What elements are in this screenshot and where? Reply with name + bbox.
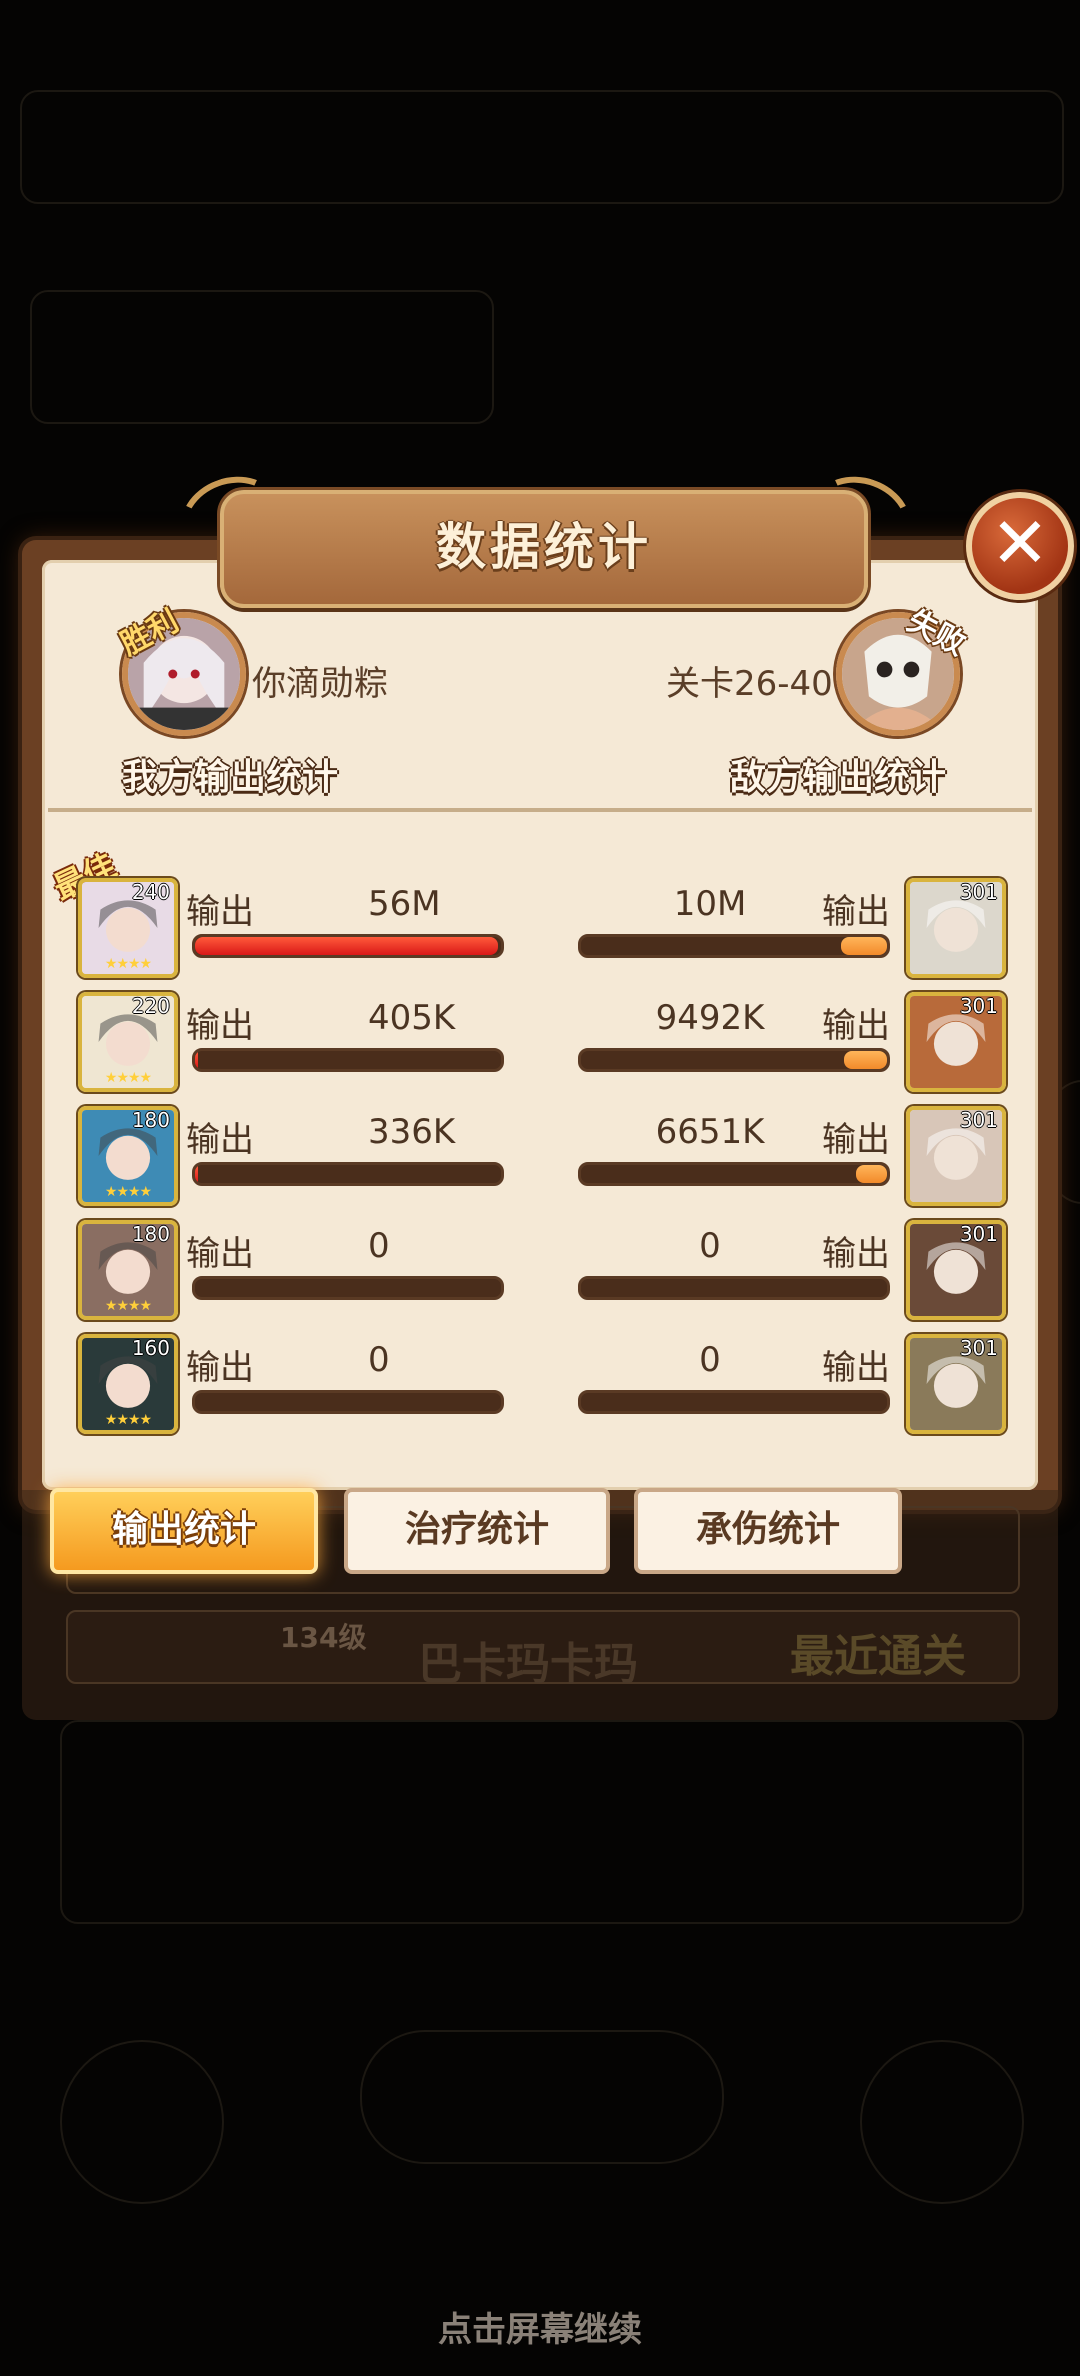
our-output-value: 336K (368, 1112, 456, 1152)
output-row: 220 ★★★★ 输出 405K 9492K 输出 301 (0, 992, 1080, 1092)
hero-level: 240 (131, 880, 170, 904)
hero-level: 301 (959, 1108, 998, 1132)
enemy-hero-portrait[interactable]: 301 (906, 1106, 1006, 1206)
output-row: 240 ★★★★ 输出 56M 10M 输出 301 (0, 878, 1080, 978)
hero-level: 180 (131, 1222, 170, 1246)
our-hero-portrait[interactable]: 240 ★★★★ (78, 878, 178, 978)
enemy-hero-portrait[interactable]: 301 (906, 992, 1006, 1092)
hero-level: 301 (959, 994, 998, 1018)
bg-level-text: 134级 (280, 1621, 367, 1654)
tap-to-continue[interactable]: 点击屏幕继续 (0, 2302, 1080, 2351)
output-label: 输出 (822, 892, 890, 932)
bg-ribbon-text: 最近通关 (790, 1631, 966, 1682)
bg-round-button (860, 2040, 1024, 2204)
enemy-output-value: 0 (699, 1340, 721, 1380)
close-icon: ✕ (990, 502, 1050, 584)
star-icon: ★★★★ (104, 1070, 152, 1086)
our-hero-portrait[interactable]: 180 ★★★★ (78, 1106, 178, 1206)
enemy-output-value: 6651K (655, 1112, 765, 1152)
tab-healing[interactable]: 治疗统计 (344, 1488, 610, 1574)
tab-damage-taken[interactable]: 承伤统计 (634, 1488, 902, 1574)
output-row: 180 ★★★★ 输出 0 0 输出 301 (0, 1220, 1080, 1320)
output-label: 输出 (186, 1120, 254, 1160)
our-output-title: 我方输出统计 (122, 757, 339, 798)
star-icon: ★★★★ (104, 1184, 152, 1200)
our-output-bar (192, 934, 504, 958)
hero-level: 180 (131, 1108, 170, 1132)
hero-level: 220 (131, 994, 170, 1018)
our-output-value: 0 (368, 1340, 390, 1380)
enemy-output-bar (578, 1276, 890, 1300)
enemy-output-fill (844, 1051, 887, 1069)
our-output-fill (195, 1051, 199, 1069)
bg-top-bar (20, 90, 1064, 204)
output-label: 输出 (186, 1234, 254, 1274)
our-output-bar (192, 1048, 504, 1072)
output-label: 输出 (822, 1006, 890, 1046)
output-label: 输出 (822, 1348, 890, 1388)
hero-level: 301 (959, 1336, 998, 1360)
stage-label: 关卡26-40 (666, 664, 833, 704)
bg-name-text: 巴卡玛卡玛 (418, 1639, 638, 1690)
our-output-fill (195, 1165, 199, 1183)
our-hero-portrait[interactable]: 160 ★★★★ (78, 1334, 178, 1434)
our-output-value: 0 (368, 1226, 390, 1266)
output-label: 输出 (186, 1006, 254, 1046)
output-label: 输出 (186, 892, 254, 932)
bg-round-button (60, 2040, 224, 2204)
enemy-output-value: 0 (699, 1226, 721, 1266)
hero-level: 301 (959, 880, 998, 904)
enemy-output-bar (578, 1162, 890, 1186)
bg-card-lower (60, 1720, 1024, 1924)
dialog-title-plate: 数据统计 (220, 490, 868, 608)
tab-output[interactable]: 输出统计 (50, 1488, 318, 1574)
our-output-bar (192, 1276, 504, 1300)
enemy-hero-portrait[interactable]: 301 (906, 878, 1006, 978)
enemy-output-bar (578, 934, 890, 958)
output-row: 180 ★★★★ 输出 336K 6651K 输出 301 (0, 1106, 1080, 1206)
our-output-bar (192, 1162, 504, 1186)
enemy-output-fill (856, 1165, 887, 1183)
output-label: 输出 (186, 1348, 254, 1388)
our-output-bar (192, 1390, 504, 1414)
hero-level: 160 (131, 1336, 170, 1360)
enemy-output-bar (578, 1048, 890, 1072)
enemy-output-value: 10M (673, 884, 747, 924)
enemy-hero-portrait[interactable]: 301 (906, 1220, 1006, 1320)
output-row: 160 ★★★★ 输出 0 0 输出 301 (0, 1334, 1080, 1434)
enemy-hero-portrait[interactable]: 301 (906, 1334, 1006, 1434)
star-icon: ★★★★ (104, 1298, 152, 1314)
star-icon: ★★★★ (104, 956, 152, 972)
our-output-fill (195, 937, 498, 955)
enemy-output-fill (841, 937, 887, 955)
header-divider (48, 808, 1032, 812)
our-output-value: 56M (368, 884, 441, 924)
star-icon: ★★★★ (104, 1412, 152, 1428)
enemy-output-title: 敌方输出统计 (730, 757, 947, 798)
hero-level: 301 (959, 1222, 998, 1246)
our-hero-portrait[interactable]: 180 ★★★★ (78, 1220, 178, 1320)
our-output-value: 405K (368, 998, 456, 1038)
player-name: 你滴勋粽 (252, 664, 388, 704)
enemy-output-bar (578, 1390, 890, 1414)
close-button[interactable]: ✕ (966, 492, 1074, 600)
enemy-output-value: 9492K (655, 998, 765, 1038)
output-label: 输出 (822, 1234, 890, 1274)
our-hero-portrait[interactable]: 220 ★★★★ (78, 992, 178, 1092)
bg-pill (360, 2030, 724, 2164)
output-label: 输出 (822, 1120, 890, 1160)
bg-card (30, 290, 494, 424)
dialog-title: 数据统计 (436, 518, 652, 576)
